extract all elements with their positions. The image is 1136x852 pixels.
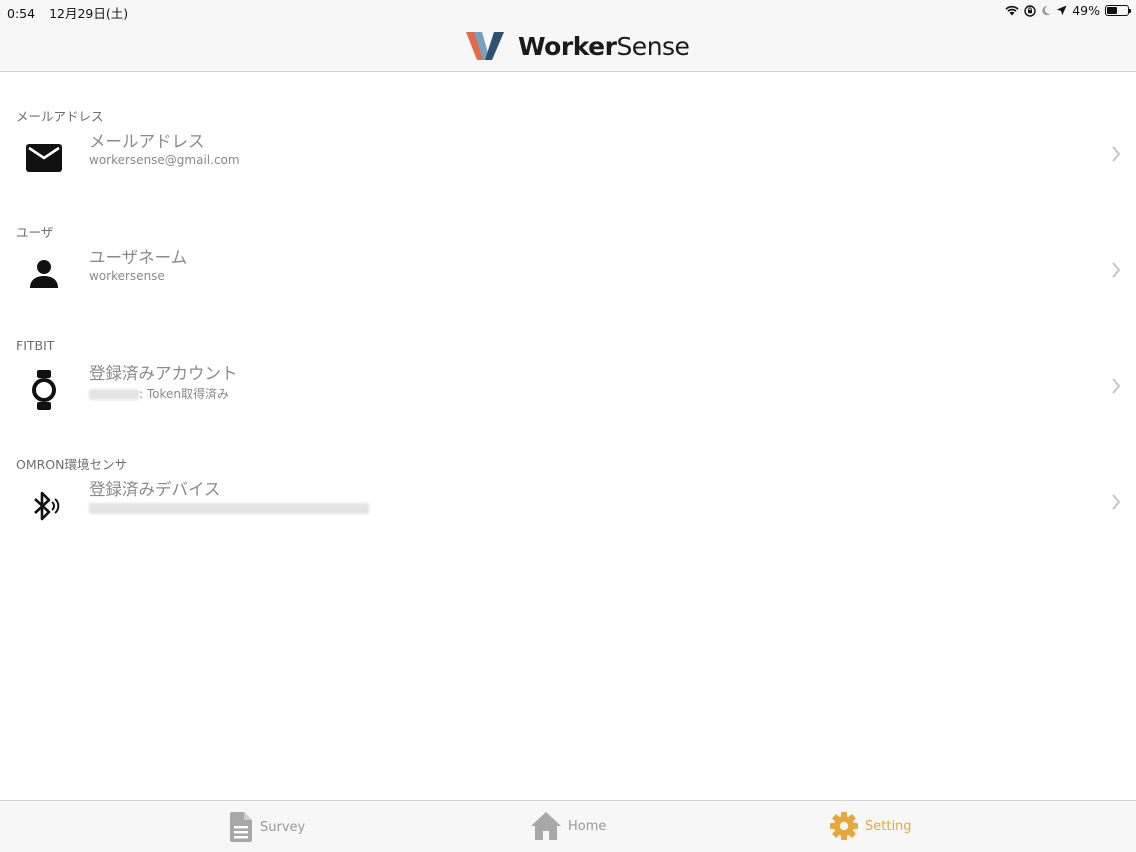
- brand-light: Sense: [616, 31, 690, 61]
- row-subtitle: workersense@gmail.com: [89, 153, 240, 167]
- row-subtitle: [89, 501, 369, 515]
- status-bar-right: 49%: [1005, 3, 1131, 18]
- chevron-right-icon: [1112, 262, 1121, 278]
- rotation-lock-icon: [1024, 4, 1036, 17]
- gear-icon: [830, 812, 858, 840]
- home-icon: [531, 812, 561, 840]
- row-title: メールアドレス: [89, 132, 205, 151]
- person-icon: [24, 254, 64, 294]
- row-title: ユーザネーム: [89, 248, 188, 267]
- token-status: : Token取得済み: [139, 387, 230, 401]
- status-date: 12月29日(土): [49, 6, 129, 21]
- section-label-user: ユーザ: [16, 225, 54, 240]
- row-title: 登録済みアカウント: [89, 364, 238, 383]
- tab-survey[interactable]: Survey: [228, 811, 305, 843]
- bluetooth-searching-icon: [24, 486, 64, 526]
- location-icon: [1057, 5, 1067, 16]
- battery-percent: 49%: [1072, 3, 1100, 18]
- battery-icon: [1105, 5, 1131, 16]
- row-omron-device[interactable]: 登録済みデバイス: [0, 474, 1136, 538]
- app-logo: WorkerSense: [466, 30, 690, 62]
- chevron-right-icon: [1112, 378, 1121, 394]
- wifi-icon: [1005, 5, 1019, 16]
- mail-icon: [24, 138, 64, 178]
- tab-label: Home: [568, 818, 607, 834]
- worker-sense-logo-mark: [466, 32, 504, 60]
- status-bar-left: 0:54 12月29日(土): [7, 3, 128, 22]
- redacted-device-id: [89, 503, 369, 514]
- tab-bar: Survey Home Setting: [0, 800, 1136, 852]
- tab-label: Survey: [260, 819, 306, 835]
- top-bar: 0:54 12月29日(土) 49% WorkerSense: [0, 0, 1136, 72]
- row-title: 登録済みデバイス: [89, 480, 221, 499]
- section-label-fitbit: FITBIT: [16, 338, 55, 353]
- document-icon: [230, 812, 252, 842]
- tab-label: Setting: [865, 818, 912, 834]
- app-wordmark: WorkerSense: [518, 31, 690, 61]
- tab-home[interactable]: Home: [530, 811, 606, 841]
- moon-icon: [1042, 5, 1051, 16]
- chevron-right-icon: [1112, 494, 1121, 510]
- row-fitbit-account[interactable]: 登録済みアカウント : Token取得済み: [0, 358, 1136, 422]
- section-label-email: メールアドレス: [16, 109, 104, 124]
- section-label-omron: OMRON環境センサ: [16, 457, 127, 472]
- row-email[interactable]: メールアドレス workersense@gmail.com: [0, 126, 1136, 190]
- row-subtitle: : Token取得済み: [89, 385, 229, 402]
- brand-bold: Worker: [518, 31, 617, 61]
- status-time: 0:54: [7, 6, 36, 21]
- watch-icon: [24, 370, 64, 410]
- chevron-right-icon: [1112, 146, 1121, 162]
- redacted-account: [89, 389, 139, 400]
- row-subtitle: workersense: [89, 269, 165, 283]
- tab-setting[interactable]: Setting: [829, 811, 912, 841]
- row-username[interactable]: ユーザネーム workersense: [0, 242, 1136, 306]
